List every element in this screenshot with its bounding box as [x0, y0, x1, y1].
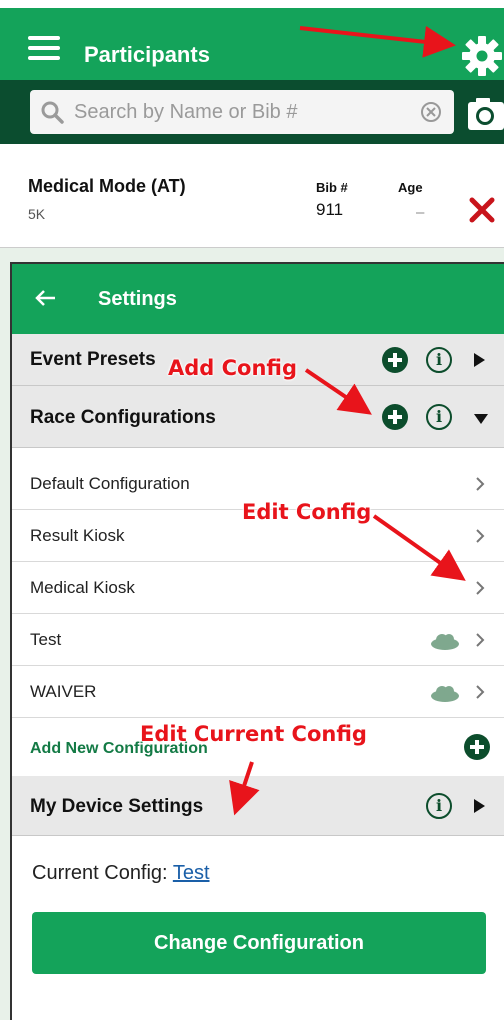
age-header: Age: [398, 180, 423, 195]
page-title: Settings: [98, 288, 177, 310]
annotation-edit-current-config: Edit Current Config: [140, 722, 367, 746]
current-config-label: Current Config:: [32, 862, 168, 884]
plus-icon[interactable]: [382, 347, 408, 373]
participants-header: Participants: [0, 8, 504, 80]
search-icon: [41, 101, 64, 124]
section-title: My Device Settings: [30, 796, 204, 817]
config-label: Result Kiosk: [30, 526, 125, 545]
config-label: WAIVER: [30, 682, 97, 701]
search-input[interactable]: [74, 90, 414, 134]
expand-right-icon[interactable]: [474, 353, 485, 367]
section-title: Event Presets: [30, 349, 156, 370]
change-configuration-button[interactable]: Change Configuration: [32, 912, 486, 974]
cloud-icon: [431, 634, 459, 650]
annotation-edit-config: Edit Config: [242, 500, 372, 524]
bib-header: Bib #: [316, 180, 348, 195]
menu-icon[interactable]: [28, 36, 60, 60]
annotation-add-config: Add Config: [168, 356, 298, 380]
chevron-right-icon: [476, 477, 485, 491]
config-label: Default Configuration: [30, 474, 190, 493]
current-config-link[interactable]: Test: [173, 862, 210, 884]
info-icon[interactable]: i: [426, 347, 452, 373]
chevron-right-icon: [476, 581, 485, 595]
chevron-right-icon: [476, 685, 485, 699]
config-label: Test: [30, 630, 62, 649]
participant-row[interactable]: Medical Mode (AT) 5K Bib # 911 Age –: [0, 144, 504, 248]
bib-value: 911: [316, 200, 344, 219]
participants-screen: Participants Search by Name or Bib # Med…: [0, 0, 504, 248]
section-title: Race Configurations: [30, 407, 216, 428]
age-value: –: [416, 204, 425, 221]
page-title: Participants: [84, 42, 210, 67]
participant-name: Medical Mode (AT): [28, 176, 186, 196]
participant-event: 5K: [28, 206, 46, 222]
gear-icon[interactable]: [460, 34, 504, 78]
config-label: Medical Kiosk: [30, 578, 135, 597]
clear-icon[interactable]: [420, 101, 442, 123]
info-icon[interactable]: i: [426, 793, 452, 819]
section-race-configurations[interactable]: Race Configurations i: [12, 386, 504, 448]
camera-icon[interactable]: [466, 94, 504, 132]
back-arrow-icon[interactable]: [34, 286, 58, 310]
chevron-right-icon: [476, 633, 485, 647]
settings-header: Settings: [12, 264, 504, 334]
info-icon[interactable]: i: [426, 404, 452, 430]
config-row-waiver[interactable]: WAIVER: [12, 666, 504, 718]
delete-icon[interactable]: [468, 196, 496, 224]
plus-icon[interactable]: [382, 404, 408, 430]
chevron-right-icon: [476, 529, 485, 543]
config-row-medical-kiosk[interactable]: Medical Kiosk: [12, 562, 504, 614]
config-row-test[interactable]: Test: [12, 614, 504, 666]
current-config: Current Config: Test: [32, 862, 210, 885]
cloud-icon: [431, 686, 459, 702]
plus-icon[interactable]: [464, 734, 490, 760]
search-box: [30, 90, 454, 134]
expand-right-icon[interactable]: [474, 799, 485, 813]
collapse-down-icon[interactable]: [474, 414, 488, 424]
section-my-device-settings[interactable]: My Device Settings i: [12, 776, 504, 836]
search-bar: [0, 80, 504, 144]
